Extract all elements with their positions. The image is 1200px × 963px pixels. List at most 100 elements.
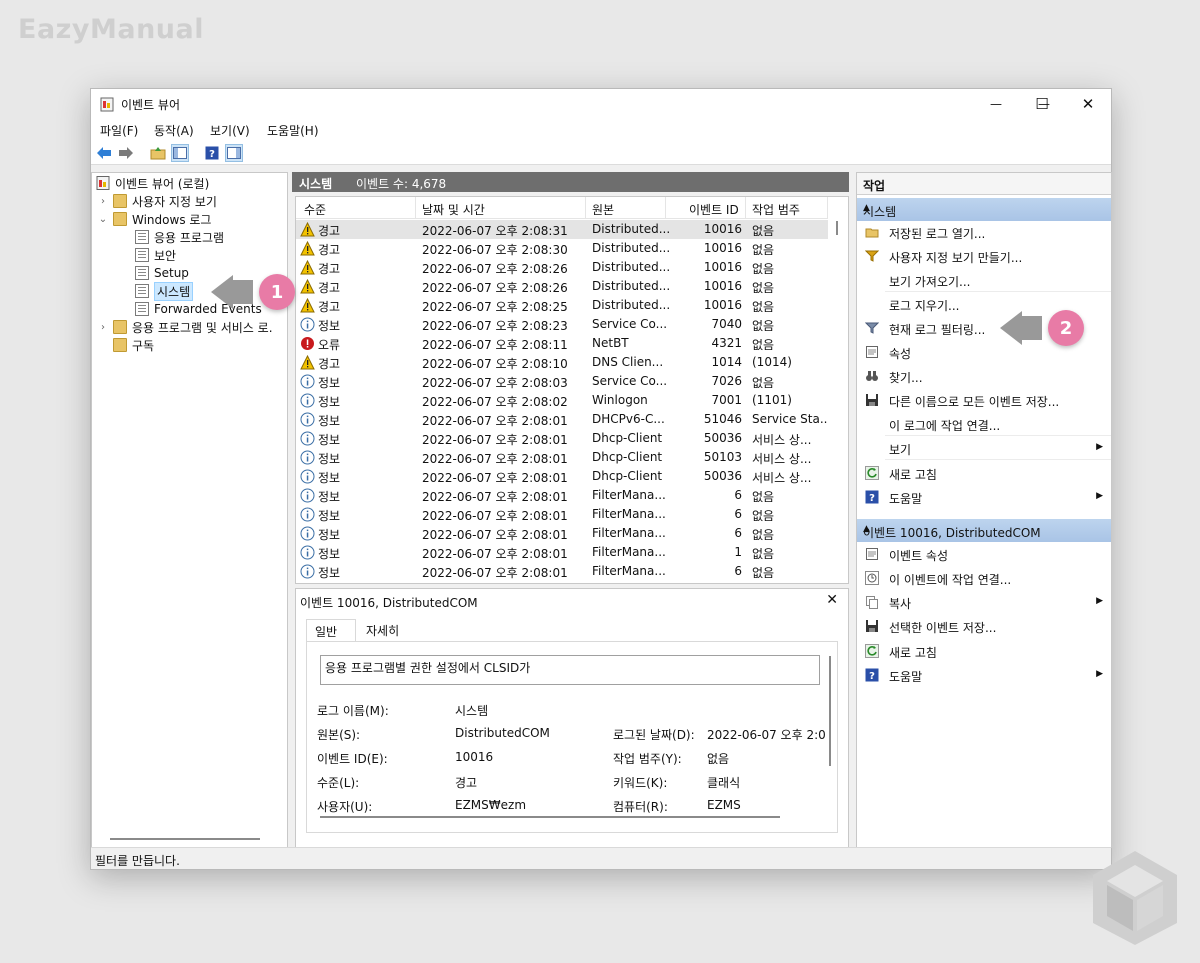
detail-horizontal-scrollbar[interactable] — [320, 816, 780, 818]
maximize-button[interactable]: ☐ — [1019, 89, 1065, 119]
action-save-all-events[interactable]: 다른 이름으로 모든 이벤트 저장... — [857, 389, 1111, 411]
table-row[interactable]: 정보 2022-06-07 오후 2:08:02 Winlogon 7001 (1101… — [296, 391, 828, 410]
cell-source: Distributed... — [592, 260, 671, 274]
cell-datetime: 2022-06-07 오후 2:08:26 — [422, 262, 568, 276]
cell-id: 7040 — [711, 317, 742, 331]
user-value: EZMS₩ezm — [455, 798, 527, 812]
column-event-id[interactable]: 이벤트 ID — [689, 201, 739, 218]
column-source[interactable]: 원본 — [592, 201, 614, 218]
help-button[interactable]: ? — [203, 144, 221, 162]
table-row[interactable]: 정보 2022-06-07 오후 2:08:23 Service Co... 7040… — [296, 315, 828, 334]
collapse-icon[interactable]: ▲ — [863, 524, 1103, 534]
table-row[interactable]: 정보 2022-06-07 오후 2:08:01 Dhcp-Client 50036 서… — [296, 429, 828, 448]
action-copy[interactable]: 복사 ▶ — [857, 591, 1111, 613]
forward-button[interactable] — [117, 144, 135, 162]
table-row[interactable]: 정보 2022-06-07 오후 2:08:01 Dhcp-Client 50036 서… — [296, 467, 828, 486]
cell-level: 경고 — [318, 281, 341, 295]
cell-source: Service Co... — [592, 317, 668, 331]
table-row[interactable]: 정보 2022-06-07 오후 2:08:01 FilterMana... 6 없음 — [296, 505, 828, 524]
table-row[interactable]: 오류 2022-06-07 오후 2:08:11 NetBT 4321 없음 — [296, 334, 828, 353]
table-row[interactable]: 정보 2022-06-07 오후 2:08:01 Dhcp-Client 50103 서… — [296, 448, 828, 467]
log-icon — [135, 302, 149, 316]
event-message[interactable]: 응용 프로그램별 권한 설정에서 CLSID가 — [320, 655, 820, 685]
table-row[interactable]: 정보 2022-06-07 오후 2:08:01 FilterMana... 6 없음 — [296, 524, 828, 543]
table-row[interactable]: 정보 2022-06-07 오후 2:08:03 Service Co... 7026… — [296, 372, 828, 391]
event-grid: 수준 날짜 및 시간 원본 이벤트 ID 작업 범주 경고 2022-06-07 … — [295, 196, 849, 584]
minimize-glyph-icon: — — [990, 97, 1002, 111]
action-create-custom-view[interactable]: 사용자 지정 보기 만들기... — [857, 245, 1111, 267]
tree-subscriptions[interactable]: 구독 — [113, 336, 154, 354]
cell-level: 경고 — [318, 224, 341, 238]
grid-scroll-thumb[interactable] — [836, 221, 838, 235]
task-value: 없음 — [707, 752, 730, 766]
action-import-view[interactable]: 보기 가져오기... — [857, 269, 1111, 291]
table-row[interactable]: 정보 2022-06-07 오후 2:08:01 FilterMana... 1 없음 — [296, 543, 828, 562]
back-button[interactable] — [95, 144, 113, 162]
tree-custom-views-label: 사용자 지정 보기 — [132, 194, 217, 209]
cell-source: FilterMana... — [592, 564, 666, 578]
detail-close-icon[interactable]: ✕ — [826, 592, 838, 608]
tree-app-service-logs[interactable]: › 응용 프로그램 및 서비스 로. — [98, 318, 273, 336]
actions-header: 작업 — [857, 173, 1111, 195]
tree-setup[interactable]: Setup — [135, 264, 189, 282]
cell-source: Dhcp-Client — [592, 431, 663, 445]
column-task-category[interactable]: 작업 범주 — [752, 201, 800, 218]
cell-level: 정보 — [318, 376, 341, 390]
table-row[interactable]: 경고 2022-06-07 오후 2:08:25 Distributed... 100… — [296, 296, 828, 315]
up-folder-button[interactable] — [149, 144, 167, 162]
table-row[interactable]: 경고 2022-06-07 오후 2:08:26 Distributed... 100… — [296, 277, 828, 296]
section-system[interactable]: 시스템 ▲ — [857, 197, 1111, 221]
menu-help[interactable]: 도움말(H) — [267, 122, 319, 139]
cell-level: 정보 — [318, 395, 341, 409]
action-help[interactable]: ? 도움말 ▶ — [857, 486, 1111, 508]
tab-general[interactable]: 일반 — [306, 619, 356, 641]
table-row[interactable]: 정보 2022-06-07 오후 2:08:01 FilterMana... 6 없음 — [296, 486, 828, 505]
table-row[interactable]: 정보 2022-06-07 오후 2:08:01 FilterMana... 6 없음 — [296, 562, 828, 581]
chevron-right-icon[interactable]: › — [98, 196, 108, 207]
action-pane-button[interactable] — [225, 144, 243, 162]
callout-2: 2 — [1000, 310, 1084, 346]
action-refresh-event[interactable]: 새로 고침 — [857, 640, 1111, 662]
cell-id: 10016 — [703, 222, 742, 236]
chevron-right-icon[interactable]: › — [98, 322, 108, 333]
table-row[interactable]: 경고 2022-06-07 오후 2:08:10 DNS Clien... 1014 (… — [296, 353, 828, 372]
tree-system[interactable]: 시스템 — [135, 281, 194, 301]
tree-security[interactable]: 보안 — [135, 246, 176, 264]
submenu-arrow-icon: ▶ — [1096, 491, 1103, 501]
close-button[interactable]: ✕ — [1065, 89, 1111, 119]
tree-root[interactable]: 이벤트 뷰어 (로컬) — [96, 174, 209, 192]
event-id-label: 이벤트 ID(E): — [317, 752, 388, 766]
tree-application[interactable]: 응용 프로그램 — [135, 228, 224, 246]
collapse-icon[interactable]: ▲ — [863, 203, 1103, 213]
cell-id: 50103 — [703, 450, 742, 464]
tab-details[interactable]: 자세히 — [358, 619, 407, 641]
action-open-saved-log[interactable]: 저장된 로그 열기... — [857, 221, 1111, 243]
action-save-selected[interactable]: 선택한 이벤트 저장... — [857, 615, 1111, 637]
menu-view[interactable]: 보기(V) — [210, 122, 250, 139]
table-row[interactable]: 경고 2022-06-07 오후 2:08:26 Distributed... 100… — [296, 258, 828, 277]
table-row[interactable]: 경고 2022-06-07 오후 2:08:30 Distributed... 100… — [296, 239, 828, 258]
menu-file[interactable]: 파일(F) — [100, 122, 138, 139]
minimize-btn[interactable]: — — [973, 89, 1019, 119]
menu-action[interactable]: 동작(A) — [154, 122, 194, 139]
table-row[interactable]: 정보 2022-06-07 오후 2:08:01 DHCPv6-C... 51046 S… — [296, 410, 831, 429]
grid-vertical-scrollbar[interactable] — [828, 197, 848, 583]
column-datetime[interactable]: 날짜 및 시간 — [422, 201, 485, 218]
detail-vertical-scrollbar[interactable] — [829, 656, 831, 766]
tree-custom-views[interactable]: › 사용자 지정 보기 — [98, 192, 217, 210]
action-attach-task-event[interactable]: 이 이벤트에 작업 연결... — [857, 567, 1111, 589]
action-view[interactable]: 보기 ▶ — [857, 437, 1111, 459]
console-tree-button[interactable] — [171, 144, 189, 162]
action-event-properties[interactable]: 이벤트 속성 — [857, 543, 1111, 565]
column-level[interactable]: 수준 — [304, 201, 326, 218]
action-help-event[interactable]: ? 도움말 ▶ — [857, 664, 1111, 686]
table-row[interactable]: 경고 2022-06-07 오후 2:08:31 Distributed... 100… — [296, 220, 828, 239]
section-event[interactable]: 이벤트 10016, DistributedCOM ▲ — [857, 518, 1111, 542]
tree-horizontal-scrollbar[interactable] — [110, 838, 260, 840]
cell-category: 없음 — [752, 262, 775, 276]
action-find[interactable]: 찾기... — [857, 365, 1111, 387]
action-refresh[interactable]: 새로 고침 — [857, 462, 1111, 484]
action-attach-task-log[interactable]: 이 로그에 작업 연결... — [857, 413, 1111, 435]
tree-windows-logs[interactable]: ⌄ Windows 로그 — [98, 210, 211, 228]
chevron-down-icon[interactable]: ⌄ — [98, 214, 108, 225]
